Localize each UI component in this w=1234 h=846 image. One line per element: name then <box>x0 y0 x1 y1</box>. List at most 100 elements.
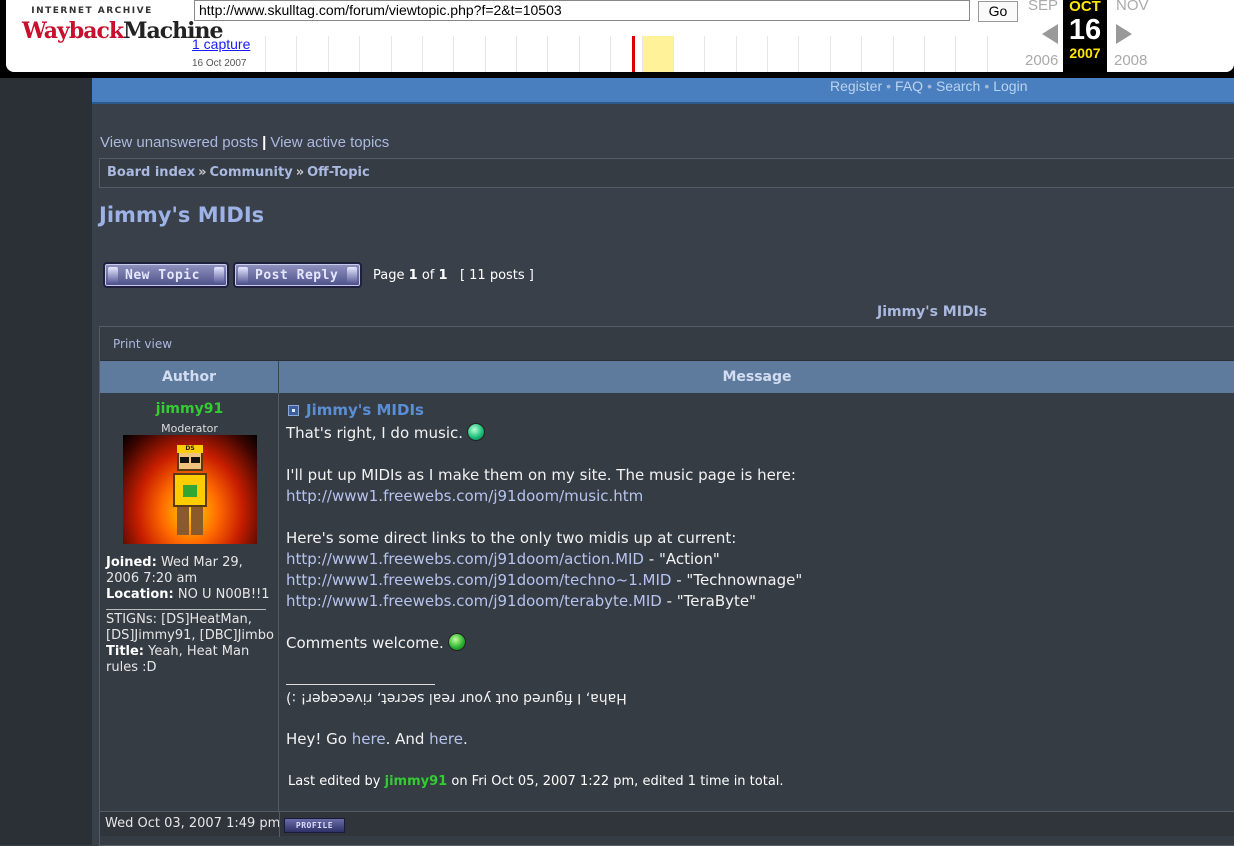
wayback-logo-top: INTERNET ARCHIVE <box>31 6 153 16</box>
wayback-logo[interactable]: INTERNET ARCHIVE WaybackMachine <box>22 6 223 58</box>
pagination-info: Page 1 of 1 [ 11 posts ] <box>373 268 534 283</box>
spark-cell <box>516 36 548 72</box>
nav-separator: • <box>886 78 892 94</box>
edited-username[interactable]: jimmy91 <box>385 774 448 789</box>
wayback-current-day: 16 <box>1068 14 1102 46</box>
spark-cell <box>327 36 360 72</box>
profile-button[interactable]: PROFILE <box>284 818 345 833</box>
edited-suffix: on Fri Oct 05, 2007 1:22 pm, edited 1 ti… <box>451 774 784 789</box>
of-word: of <box>421 268 435 283</box>
edited-prefix: Last edited by <box>288 774 381 789</box>
author-stigns: STIGNs: [DS]HeatMan, [DS]Jimmy91, [DBC]J… <box>106 612 274 643</box>
wayback-toolbar: INTERNET ARCHIVE WaybackMachine http://w… <box>0 0 1234 78</box>
spark-cell <box>892 36 924 72</box>
wayback-capture-date: 16 Oct 2007 <box>192 58 247 69</box>
post-body: That's right, I do music. I'll put up MI… <box>286 423 1226 750</box>
midi-link-techno[interactable]: http://www1.freewebs.com/j91doom/techno~… <box>286 571 671 589</box>
smile-smiley-icon <box>447 633 466 651</box>
register-link[interactable]: Register <box>830 78 882 94</box>
wayback-next-year[interactable]: 2008 <box>1114 52 1147 69</box>
avatar-figure: DS <box>171 445 209 537</box>
spark-cell <box>735 36 767 72</box>
message-column-header: Message <box>722 369 792 385</box>
post-footer: Wed Oct 03, 2007 1:49 pm PROFILE <box>100 811 1234 837</box>
post-reply-button[interactable]: Post Reply <box>233 262 362 288</box>
breadcrumb-board-index[interactable]: Board index <box>107 165 195 180</box>
midi-link-action[interactable]: http://www1.freewebs.com/j91doom/action.… <box>286 550 644 568</box>
wayback-sparkline[interactable] <box>265 36 1018 72</box>
faq-link[interactable]: FAQ <box>895 78 923 94</box>
login-link[interactable]: Login <box>993 78 1027 94</box>
nav-separator: • <box>984 78 990 94</box>
breadcrumb: Board index» Community» Off-Topic <box>99 158 1234 188</box>
nav-separator: • <box>927 78 932 94</box>
spark-cell <box>578 36 611 72</box>
breadcrumb-community[interactable]: Community <box>209 165 292 180</box>
wayback-logo-main: WaybackMachine <box>22 18 223 44</box>
signature-and: . And <box>385 730 425 748</box>
author-details: Joined: Wed Mar 29, 2006 7:20 am Locatio… <box>106 555 274 676</box>
breadcrumb-separator: » <box>198 165 207 180</box>
grin-smiley-icon <box>467 423 486 441</box>
breadcrumb-separator: » <box>295 165 305 180</box>
midi-label-techno: - "Technownage" <box>671 571 803 589</box>
view-links-separator: | <box>262 134 267 151</box>
page-title[interactable]: Jimmy's MIDIs <box>99 203 264 227</box>
spark-cell <box>923 36 956 72</box>
wayback-go-button[interactable]: Go <box>978 1 1018 22</box>
spark-cell <box>767 36 799 72</box>
signature-end: . <box>462 730 468 748</box>
title-label: Title: <box>106 644 145 659</box>
left-gutter <box>0 78 92 845</box>
signature-here-link-1[interactable]: here <box>352 730 386 748</box>
spark-cell <box>955 36 987 72</box>
signature-divider <box>286 684 435 685</box>
spark-cell <box>798 36 830 72</box>
post-line-2: I'll put up MIDIs as I make them on my s… <box>286 466 796 484</box>
search-link[interactable]: Search <box>936 78 980 94</box>
forum-page: Register • FAQ • Search • Login View unanswere… <box>92 78 1234 846</box>
spark-cell <box>547 36 579 72</box>
music-page-link[interactable]: http://www1.freewebs.com/j91doom/music.h… <box>286 487 643 505</box>
arrow-right-icon[interactable] <box>1116 24 1132 44</box>
author-username[interactable]: jimmy91 <box>100 401 279 417</box>
topic-heading[interactable]: Jimmy's MIDIs <box>877 304 987 320</box>
breadcrumb-off-topic[interactable]: Off-Topic <box>307 165 370 180</box>
post-subject[interactable]: Jimmy's MIDIs <box>288 401 424 419</box>
arrow-left-icon[interactable] <box>1042 24 1058 44</box>
author-column-header: Author <box>100 361 279 394</box>
wayback-url-input[interactable]: http://www.skulltag.com/forum/viewtopic.… <box>194 0 970 21</box>
view-unanswered-link[interactable]: View unanswered posts <box>100 134 258 151</box>
new-topic-button[interactable]: New Topic <box>103 262 229 288</box>
top-nav-links: Register • FAQ • Search • Login <box>830 78 1028 94</box>
signature-flipped-text: Haha, I figured out your real secret, ri… <box>286 690 627 706</box>
wayback-prev-year[interactable]: 2006 <box>1025 52 1058 69</box>
spark-cell <box>861 36 893 72</box>
author-divider <box>106 609 266 610</box>
midi-link-terabyte[interactable]: http://www1.freewebs.com/j91doom/terabyt… <box>286 592 662 610</box>
post-date: Wed Oct 03, 2007 1:49 pm <box>105 816 281 831</box>
wayback-toolbar-panel: INTERNET ARCHIVE WaybackMachine http://w… <box>6 0 1234 72</box>
avatar-leg <box>191 507 203 535</box>
print-view-link[interactable]: Print view <box>113 337 172 351</box>
wayback-current-year: 2007 <box>1069 45 1101 61</box>
spark-cell <box>672 36 705 72</box>
post-line-4: Comments welcome. <box>286 634 444 652</box>
spark-cell <box>390 36 422 72</box>
view-active-link[interactable]: View active topics <box>270 134 389 151</box>
last-edited-note: Last edited by jimmy91 on Fri Oct 05, 20… <box>288 774 784 789</box>
midi-label-action: - "Action" <box>644 550 720 568</box>
page-total: 1 <box>438 268 448 283</box>
wayback-prev-month[interactable]: SEP <box>1028 0 1058 14</box>
wayback-captures-link[interactable]: 1 capture <box>192 36 250 52</box>
view-links: View unanswered posts | View active topics <box>100 134 389 151</box>
wayback-next-month[interactable]: NOV <box>1116 0 1149 14</box>
spark-cell <box>265 36 297 72</box>
midi-label-terabyte: - "TeraByte" <box>661 592 757 610</box>
location-label: Location: <box>106 587 174 602</box>
author-rank: Moderator <box>161 422 218 435</box>
signature-here-link-2[interactable]: here <box>429 730 463 748</box>
avatar-chest <box>183 485 197 497</box>
post-message-panel: Jimmy's MIDIs That's right, I do music. … <box>280 393 1234 811</box>
spark-cell <box>610 36 642 72</box>
